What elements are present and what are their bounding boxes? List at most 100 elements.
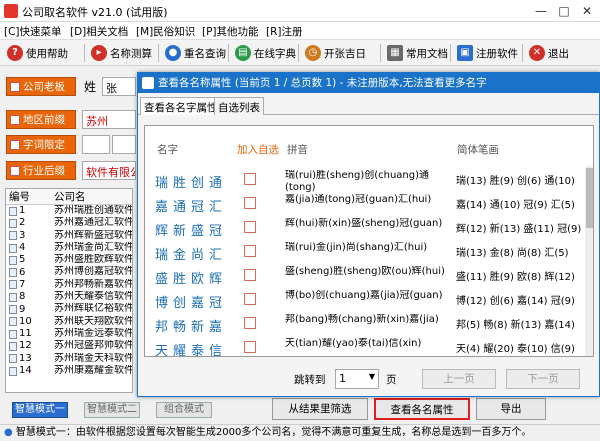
surname-field[interactable]: 张	[102, 77, 136, 96]
export-button[interactable]: 导出	[476, 398, 546, 420]
industry-field[interactable]: 软件有限公	[82, 161, 136, 180]
combo-mode-tab[interactable]: 组合模式	[156, 402, 212, 418]
mode-one-tab[interactable]: 智慧模式一	[12, 402, 68, 418]
view-attributes-button[interactable]: 查看各名属性	[374, 398, 470, 420]
name-link[interactable]: 天耀泰信	[155, 340, 227, 356]
jump-label: 跳转到	[294, 374, 326, 386]
list-item[interactable]: 9 苏州辉联亿裕软件	[6, 303, 132, 315]
mode-two-tab[interactable]: 智慧模式二	[84, 402, 140, 418]
name-link[interactable]: 邦畅新嘉	[155, 316, 227, 335]
list-item[interactable]: 6 苏州博创嘉冠软件	[6, 266, 132, 278]
pinyin-text: 瑞(rui)胜(sheng)创(chuang)通(tong)	[285, 170, 430, 193]
name-link[interactable]: 嘉通冠汇	[155, 196, 227, 215]
maximize-button[interactable]: □	[553, 2, 575, 20]
add-checkbox[interactable]	[244, 341, 256, 353]
list-item[interactable]: 11 苏州瑞金远泰软件	[6, 328, 132, 340]
help-button[interactable]: ? 使用帮助	[4, 43, 71, 63]
list-header: 编号 公司名	[6, 189, 132, 205]
pinyin-text: 辉(hui)新(xin)盛(sheng)冠(guan)	[285, 218, 443, 229]
add-checkbox[interactable]	[244, 269, 256, 281]
close-button[interactable]: ✕	[576, 2, 598, 20]
menu-folk[interactable]: [M]民俗知识	[136, 24, 195, 39]
pinyin-text: 邦(bang)畅(chang)新(xin)嘉(jia)	[285, 314, 439, 325]
col-pinyin: 拼音	[287, 144, 308, 156]
documents-button[interactable]: ▦ 常用文档	[384, 43, 451, 63]
title-bar: 公司取名软件 v21.0 (试用版) — □ ✕	[0, 0, 600, 22]
register-button[interactable]: ▣ 注册软件	[454, 43, 521, 63]
file-icon	[9, 268, 17, 278]
prefix-field-2[interactable]	[112, 135, 136, 154]
page-select[interactable]: 1 ▼	[335, 369, 379, 389]
name-item: 辉新盛冠 辉(hui)新(xin)盛(sheng)冠(guan) 辉(12) 新(1…	[155, 218, 593, 242]
menu-other[interactable]: [P]其他功能	[202, 24, 259, 39]
calc-icon: ▸	[91, 45, 107, 61]
list-item[interactable]: 10 苏州联天翔欧软件	[6, 316, 132, 328]
prefix-field-1[interactable]	[82, 135, 110, 154]
tab-name-attributes[interactable]: 查看各名字属性	[140, 97, 222, 115]
add-checkbox[interactable]	[244, 221, 256, 233]
add-checkbox[interactable]	[244, 173, 256, 185]
strokes-text: 博(12) 创(6) 嘉(14) 冠(9)	[456, 296, 575, 307]
company-name: 苏州瑞金远泰软件	[54, 327, 132, 339]
list-item[interactable]: 13 苏州瑞金天科软件	[6, 353, 132, 365]
col-company[interactable]: 公司名	[54, 189, 132, 204]
name-link[interactable]: 瑞胜创通	[155, 172, 227, 191]
page-unit: 页	[386, 374, 397, 386]
menu-quick[interactable]: [C]快速菜单	[4, 24, 62, 39]
menu-docs[interactable]: [D]相关文档	[70, 24, 128, 39]
lucky-day-button[interactable]: ◷ 开张吉日	[302, 43, 369, 63]
list-item[interactable]: 5 苏州盛胜欧辉软件	[6, 254, 132, 266]
minimize-button[interactable]: —	[530, 2, 552, 20]
industry-button[interactable]: 行业后缀	[6, 161, 76, 180]
add-checkbox[interactable]	[244, 317, 256, 329]
filter-results-button[interactable]: 从结果里筛选	[272, 398, 368, 420]
company-name: 苏州联天翔欧软件	[54, 315, 132, 327]
prev-page-button[interactable]: 上一页	[422, 369, 496, 389]
add-checkbox[interactable]	[244, 245, 256, 257]
dialog-tabs: 查看各名字属性 自选列表	[138, 95, 599, 115]
file-icon	[9, 255, 17, 265]
name-link[interactable]: 瑞金尚汇	[155, 244, 227, 263]
col-number[interactable]: 编号	[6, 189, 54, 204]
tab-custom-list[interactable]: 自选列表	[214, 97, 264, 115]
add-checkbox[interactable]	[244, 197, 256, 209]
strokes-text: 邦(5) 畅(8) 新(13) 嘉(14)	[456, 320, 575, 331]
menu-register[interactable]: [R]注册	[266, 24, 303, 39]
attributes-dialog: 查看各名称属性 (当前页 1 / 总页数 1) - 未注册版本,无法查看更多名字…	[137, 72, 600, 397]
exit-button[interactable]: ✕ 退出	[526, 43, 572, 63]
list-item[interactable]: 2 苏州嘉通冠汇软件	[6, 217, 132, 229]
region-button[interactable]: 地区前缀	[6, 110, 76, 129]
checkbox-icon	[10, 139, 20, 150]
company-name: 苏州冠盛邦帅软件	[54, 340, 132, 352]
name-link[interactable]: 博创嘉冠	[155, 292, 227, 311]
scroll-thumb[interactable]	[586, 168, 593, 228]
checkbox-icon	[10, 114, 20, 125]
company-name: 苏州辉新盛冠软件	[54, 229, 132, 241]
prefix-button[interactable]: 字词限定	[6, 135, 76, 154]
list-item[interactable]: 8 苏州天耀泰信软件	[6, 291, 132, 303]
boss-button[interactable]: 公司老板	[6, 77, 76, 96]
toolbar: ? 使用帮助 ▸ 名称测算 ● 重名查询 ▤ 在线字典 ◷ 开张吉日 ▦ 常用文档 ▣ 注册软…	[0, 40, 600, 66]
name-item: 天耀泰信 天(tian)耀(yao)泰(tai)信(xin) 天(4) 耀(20) …	[155, 338, 593, 356]
name-link[interactable]: 辉新盛冠	[155, 220, 227, 239]
book-icon: ▤	[235, 45, 251, 61]
list-item[interactable]: 3 苏州辉新盛冠软件	[6, 230, 132, 242]
region-field[interactable]: 苏州	[82, 110, 136, 129]
list-item[interactable]: 1 苏州瑞胜创通软件	[6, 205, 132, 217]
add-checkbox[interactable]	[244, 293, 256, 305]
file-icon	[9, 280, 17, 290]
dictionary-button[interactable]: ▤ 在线字典	[232, 43, 299, 63]
name-link[interactable]: 盛胜欧辉	[155, 268, 227, 287]
list-rows: 1 苏州瑞胜创通软件 2 苏州嘉通冠汇软件 3 苏州辉新盛冠软件 4 苏州瑞金尚汇软件 5 苏州盛…	[6, 205, 132, 377]
file-icon	[9, 366, 17, 376]
duplicate-check-button[interactable]: ● 重名查询	[162, 43, 229, 63]
list-item[interactable]: 14 苏州康嘉耀金软件	[6, 365, 132, 377]
calendar-icon: ◷	[305, 45, 321, 61]
list-item[interactable]: 4 苏州瑞金尚汇软件	[6, 242, 132, 254]
dialog-title: 查看各名称属性 (当前页 1 / 总页数 1) - 未注册版本,无法查看更多名字	[158, 77, 487, 89]
name-test-button[interactable]: ▸ 名称测算	[88, 43, 155, 63]
list-item[interactable]: 12 苏州冠盛邦帅软件	[6, 340, 132, 352]
strokes-text: 天(4) 耀(20) 泰(10) 信(9)	[456, 344, 575, 355]
list-item[interactable]: 7 苏州邦畅新嘉软件	[6, 279, 132, 291]
next-page-button[interactable]: 下一页	[506, 369, 580, 389]
